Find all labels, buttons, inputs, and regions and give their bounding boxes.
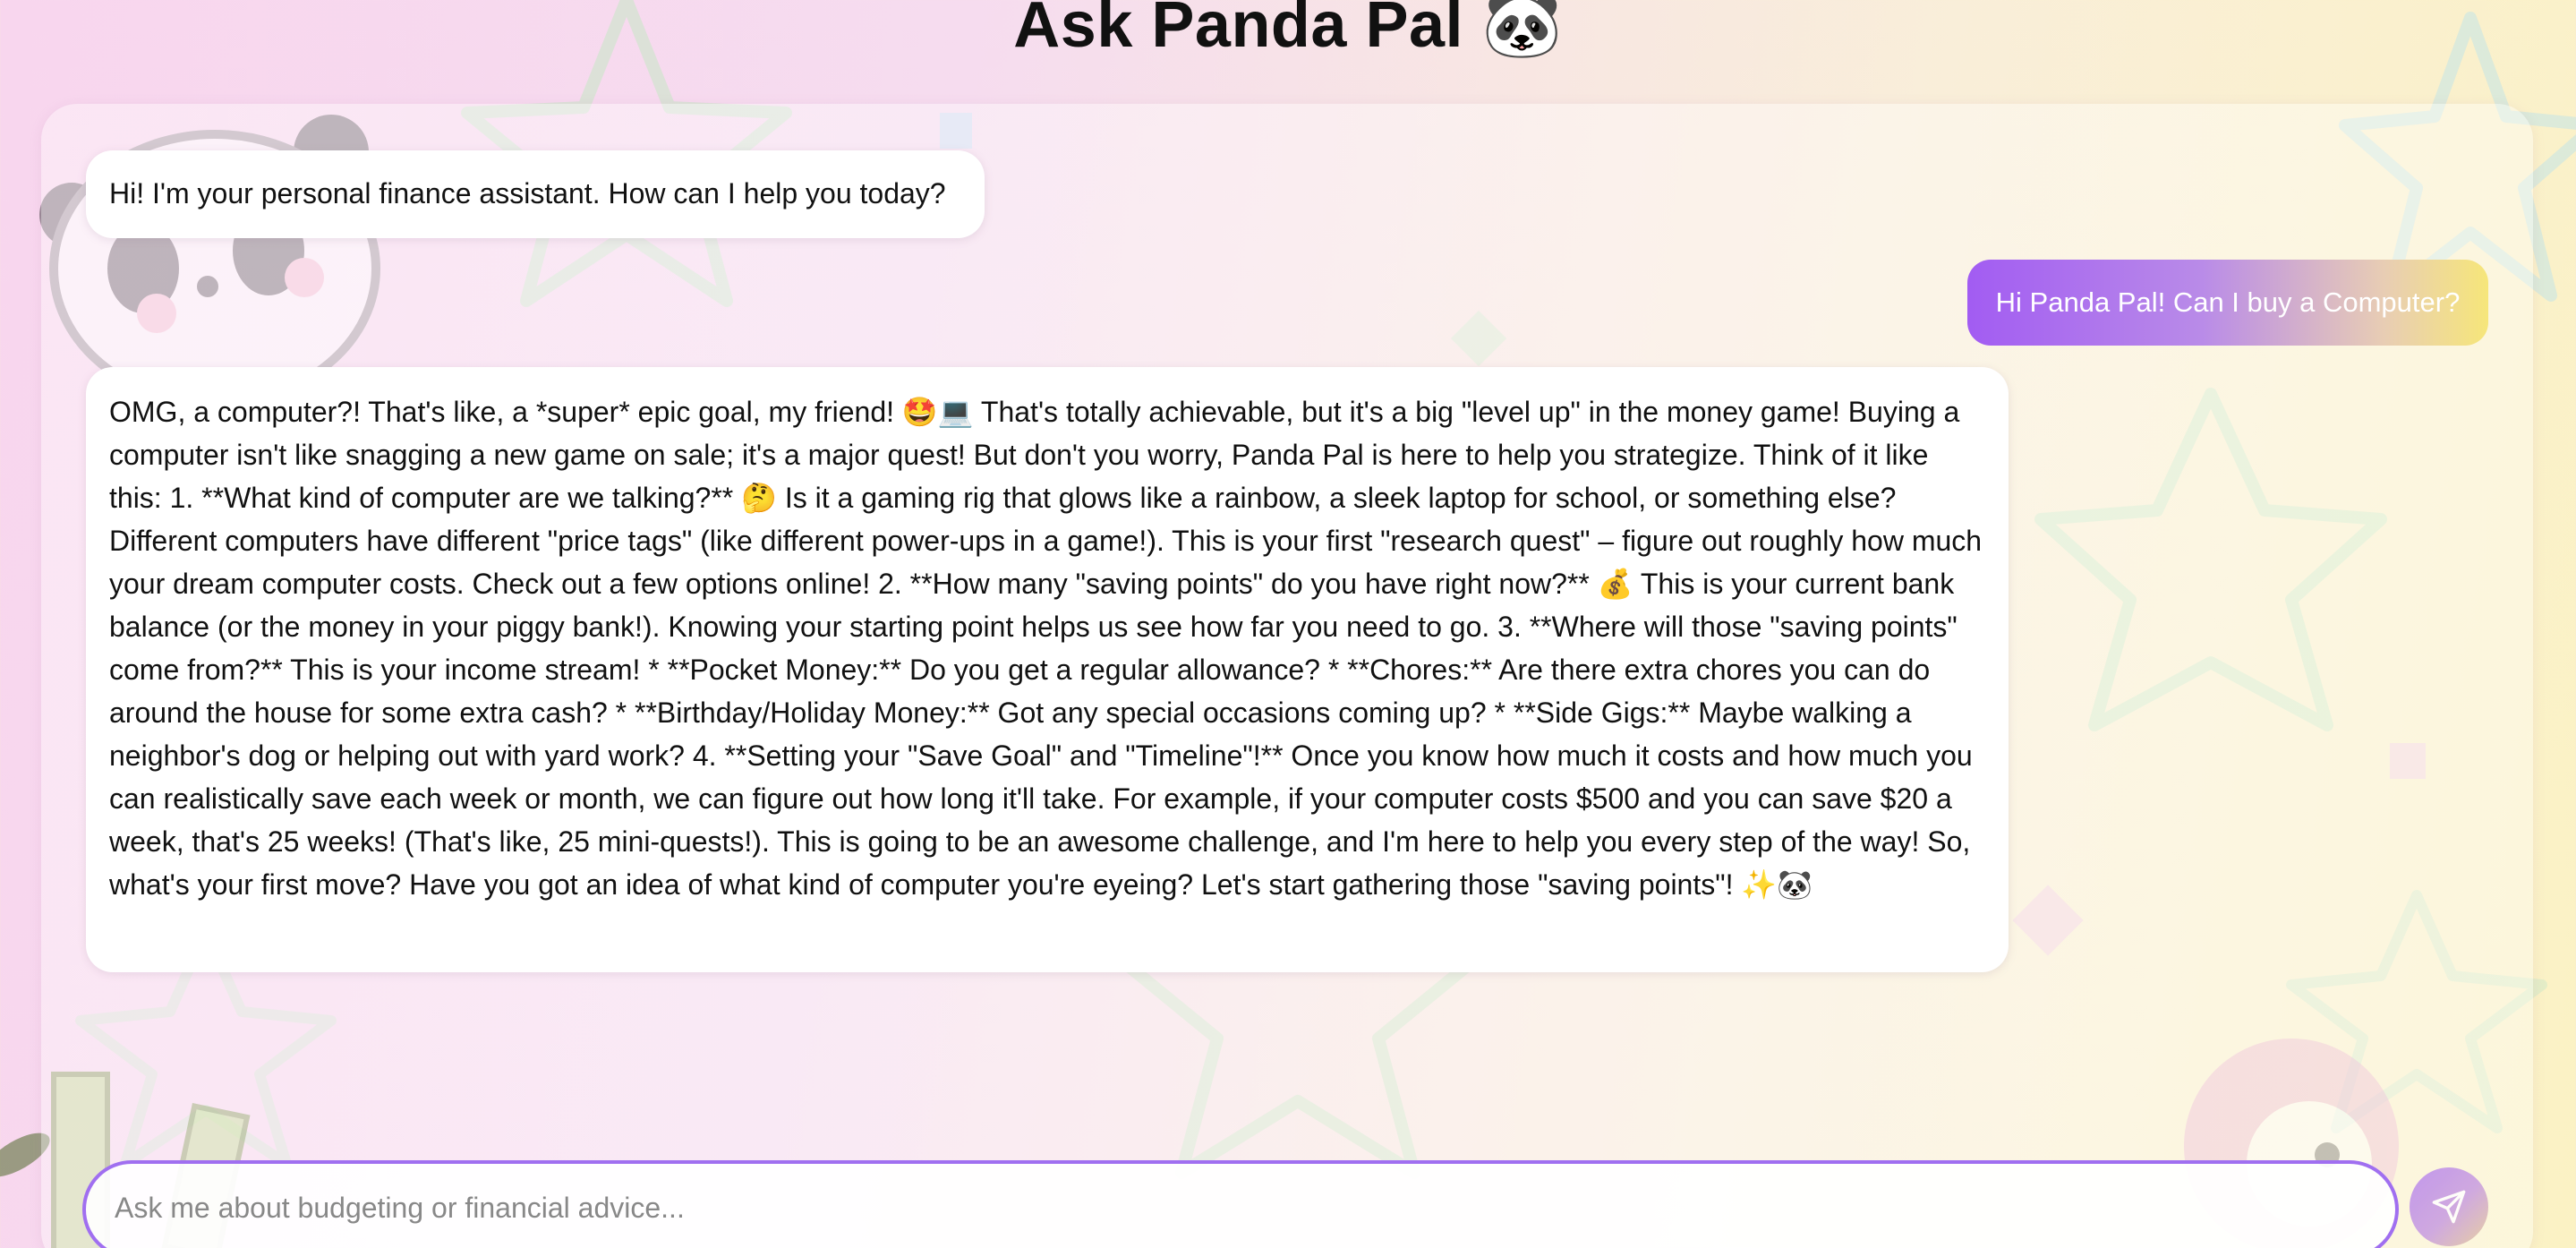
assistant-message: OMG, a computer?! That's like, a *super*… [86, 367, 2009, 972]
send-icon [2431, 1189, 2467, 1225]
send-button[interactable] [2410, 1167, 2488, 1246]
message-input-container [82, 1160, 2399, 1248]
page-title: Ask Panda Pal 🐼 [1013, 0, 1563, 61]
message-input[interactable] [113, 1180, 2354, 1235]
user-message: Hi Panda Pal! Can I buy a Computer? [1967, 260, 2488, 346]
assistant-message: Hi! I'm your personal finance assistant.… [86, 150, 985, 238]
